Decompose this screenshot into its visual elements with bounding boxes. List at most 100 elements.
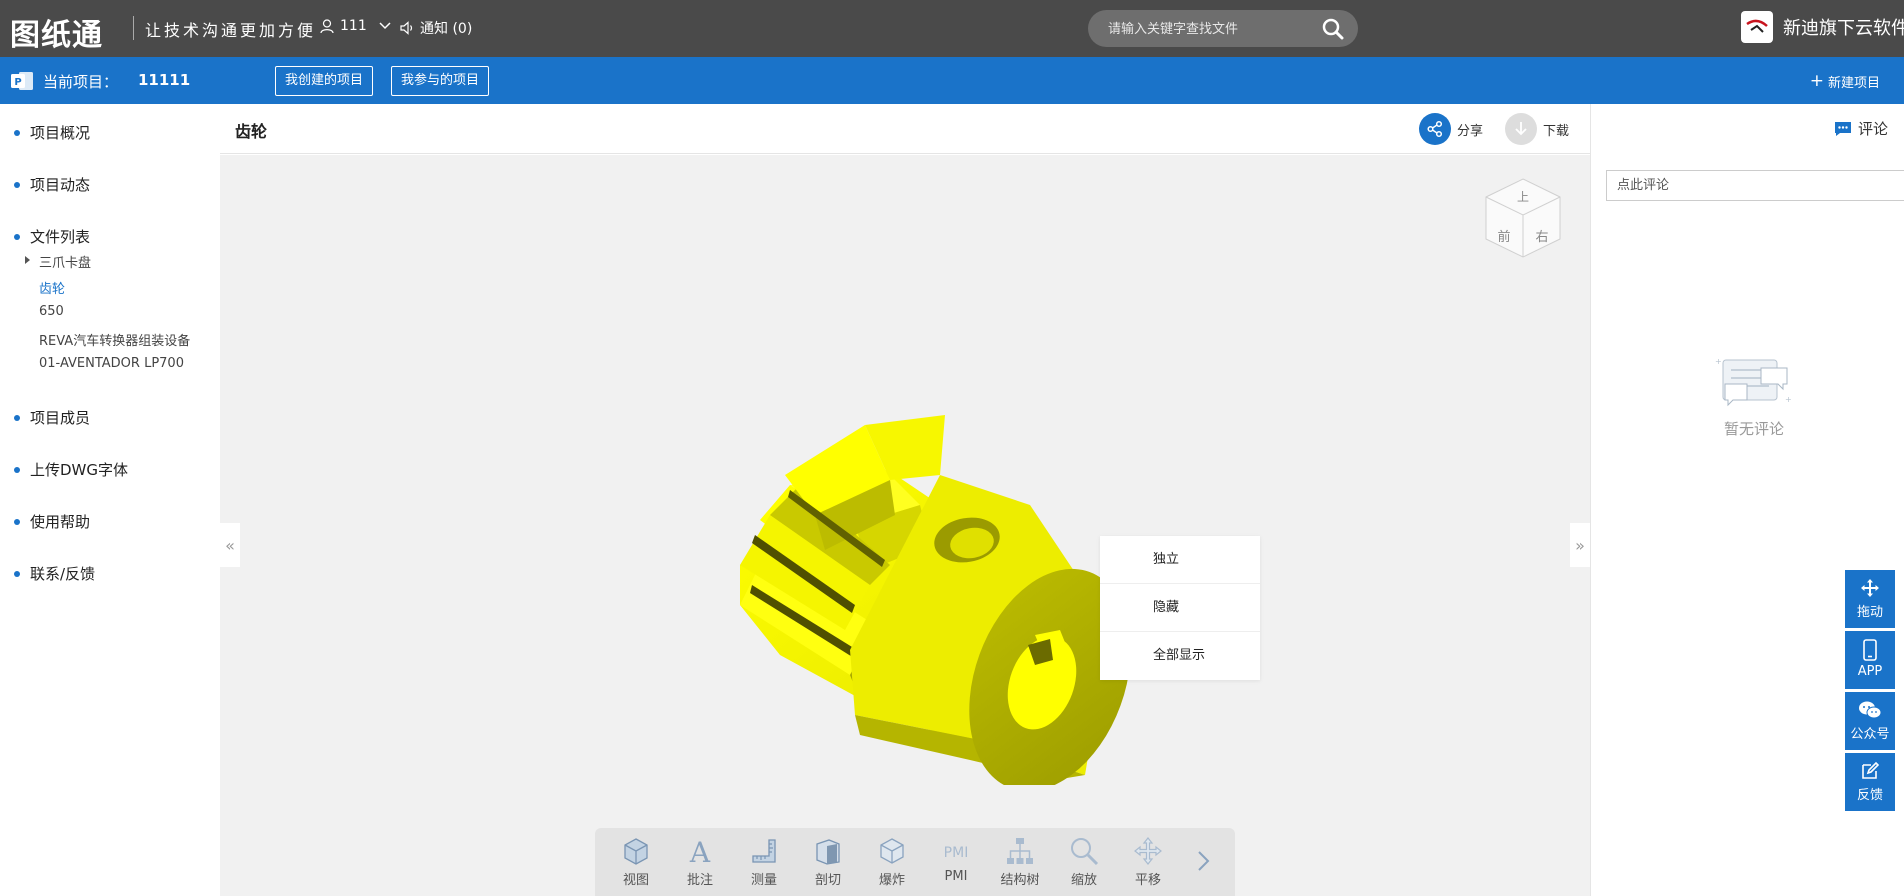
tool-pan[interactable]: 平移	[1122, 836, 1174, 888]
chevron-right-icon[interactable]	[1197, 850, 1211, 872]
expand-triangle-icon[interactable]	[25, 256, 30, 264]
sidebar-item-label: 项目成员	[30, 409, 91, 427]
sidebar-item-label: 使用帮助	[30, 513, 91, 531]
context-menu-hide[interactable]: 隐藏	[1100, 584, 1260, 632]
user-icon	[320, 18, 334, 33]
download-icon	[1505, 113, 1537, 145]
my-joined-projects-button[interactable]: 我参与的项目	[391, 66, 490, 96]
download-button[interactable]: 下载	[1505, 113, 1569, 145]
sidebar-item-upload-font[interactable]: 上传DWG字体	[14, 459, 128, 480]
viewcube-right-face[interactable]: 右	[1535, 230, 1548, 245]
svg-text:+: +	[1715, 357, 1722, 366]
drag-label: 拖动	[1856, 605, 1883, 620]
bullet-icon	[14, 129, 20, 136]
comment-tab[interactable]: 评论	[1834, 118, 1888, 139]
file-item-active[interactable]: 齿轮	[39, 278, 65, 297]
comment-input[interactable]	[1606, 170, 1904, 201]
section-cut-icon	[816, 839, 840, 865]
hierarchy-icon	[1007, 838, 1033, 864]
file-item[interactable]: 01-AVENTADOR LP700	[39, 356, 184, 371]
sidebar-item-help[interactable]: 使用帮助	[14, 511, 90, 532]
project-icon: P	[11, 72, 33, 90]
share-button[interactable]: 分享	[1419, 113, 1483, 145]
bullet-icon	[14, 414, 20, 421]
search-box	[1088, 10, 1358, 47]
sidebar-item-activity[interactable]: 项目动态	[14, 174, 90, 195]
explode-box-icon	[880, 838, 904, 864]
viewer-header: 齿轮 分享 下载	[220, 104, 1590, 154]
brand-name: 新迪旗下云软件	[1783, 18, 1904, 39]
sidebar-item-overview[interactable]: 项目概况	[14, 122, 90, 143]
brand-link[interactable]: 新迪旗下云软件	[1741, 11, 1904, 43]
sidebar-item-feedback[interactable]: 联系/反馈	[14, 563, 95, 584]
tool-pmi[interactable]: PMI PMI	[930, 836, 982, 884]
letter-a-icon: A	[689, 836, 711, 866]
app-button[interactable]: APP	[1845, 631, 1895, 689]
tool-measure[interactable]: 测量	[738, 836, 790, 888]
context-menu-isolate[interactable]: 独立	[1100, 536, 1260, 584]
tool-label: 视图	[622, 873, 649, 888]
file-item[interactable]: 三爪卡盘	[39, 252, 91, 271]
logo-divider	[133, 16, 134, 40]
move-arrows-icon	[1134, 837, 1162, 865]
collapse-left-button[interactable]: «	[220, 523, 240, 567]
svg-text:+: +	[1785, 395, 1792, 404]
wechat-label: 公众号	[1850, 727, 1890, 742]
app-logo[interactable]: 图纸通	[10, 10, 103, 54]
no-comment-illustration-icon: + +	[1715, 357, 1792, 407]
feedback-button[interactable]: 反馈	[1845, 753, 1895, 811]
viewcube-top-face[interactable]: 上	[1517, 190, 1529, 204]
empty-comments-text: 暂无评论	[1724, 420, 1785, 438]
sidebar-item-label: 上传DWG字体	[30, 461, 129, 479]
tool-view[interactable]: 视图	[610, 836, 662, 888]
tool-label: 剖切	[814, 873, 841, 888]
wechat-button[interactable]: 公众号	[1845, 692, 1895, 750]
tool-explode[interactable]: 爆炸	[866, 836, 918, 888]
double-chevron-left-icon: «	[225, 535, 235, 555]
collapse-right-button[interactable]: »	[1570, 523, 1590, 567]
edit-icon	[1862, 761, 1880, 779]
cube-icon	[624, 838, 648, 865]
tool-annotate[interactable]: A 批注	[674, 836, 726, 888]
file-item[interactable]: 650	[39, 304, 64, 319]
sidebar-item-members[interactable]: 项目成员	[14, 407, 90, 428]
pmi-icon: PMI	[944, 845, 969, 861]
svg-text:P: P	[14, 77, 21, 88]
bullet-icon	[14, 181, 20, 188]
context-menu: 独立 隐藏 全部显示	[1100, 536, 1260, 680]
search-input[interactable]	[1108, 19, 1308, 39]
slogan: 让技术沟通更加方便	[145, 21, 317, 40]
notification-link[interactable]: 通知 (0)	[400, 18, 472, 38]
gear-model[interactable]	[640, 305, 1160, 785]
magnifier-icon	[1071, 838, 1099, 866]
tool-label: 结构树	[1000, 873, 1040, 888]
my-created-projects-button[interactable]: 我创建的项目	[275, 66, 374, 96]
sidebar-item-label: 项目概况	[30, 124, 91, 142]
speaker-icon	[400, 21, 413, 35]
notification-label: 通知 (0)	[420, 21, 473, 37]
3d-viewport[interactable]: « » 上 前 右 独立 隐藏 全部显示 视图 A 批注 测量 剖切 爆炸 PM…	[220, 155, 1590, 896]
user-name: 111	[340, 18, 367, 34]
current-project-label: 当前项目：	[43, 73, 119, 91]
context-menu-show-all[interactable]: 全部显示	[1100, 632, 1260, 680]
search-icon[interactable]	[1322, 18, 1344, 40]
share-label: 分享	[1457, 123, 1484, 139]
new-project-button[interactable]: + 新建项目	[1809, 71, 1880, 92]
viewcube-front-face[interactable]: 前	[1497, 229, 1510, 245]
view-cube[interactable]: 上 前 右	[1482, 175, 1564, 261]
viewer-toolbar: 视图 A 批注 测量 剖切 爆炸 PMI PMI 结构树 缩放 平移	[595, 828, 1235, 896]
sidebar-item-filelist[interactable]: 文件列表	[14, 226, 90, 247]
tool-structure-tree[interactable]: 结构树	[994, 836, 1046, 888]
file-item[interactable]: REVA汽车转换器组装设备	[39, 330, 190, 349]
plus-icon: +	[1809, 71, 1824, 91]
tool-section[interactable]: 剖切	[802, 836, 854, 888]
svg-text:PMI: PMI	[944, 845, 969, 861]
tool-label: PMI	[944, 869, 968, 884]
tool-zoom[interactable]: 缩放	[1058, 836, 1110, 888]
comment-bubble-icon	[1835, 121, 1851, 136]
user-menu[interactable]: 111	[320, 18, 391, 34]
new-project-label: 新建项目	[1827, 76, 1880, 91]
drag-button[interactable]: 拖动	[1845, 570, 1895, 628]
sidebar-item-label: 项目动态	[30, 176, 91, 194]
bullet-icon	[14, 466, 20, 473]
